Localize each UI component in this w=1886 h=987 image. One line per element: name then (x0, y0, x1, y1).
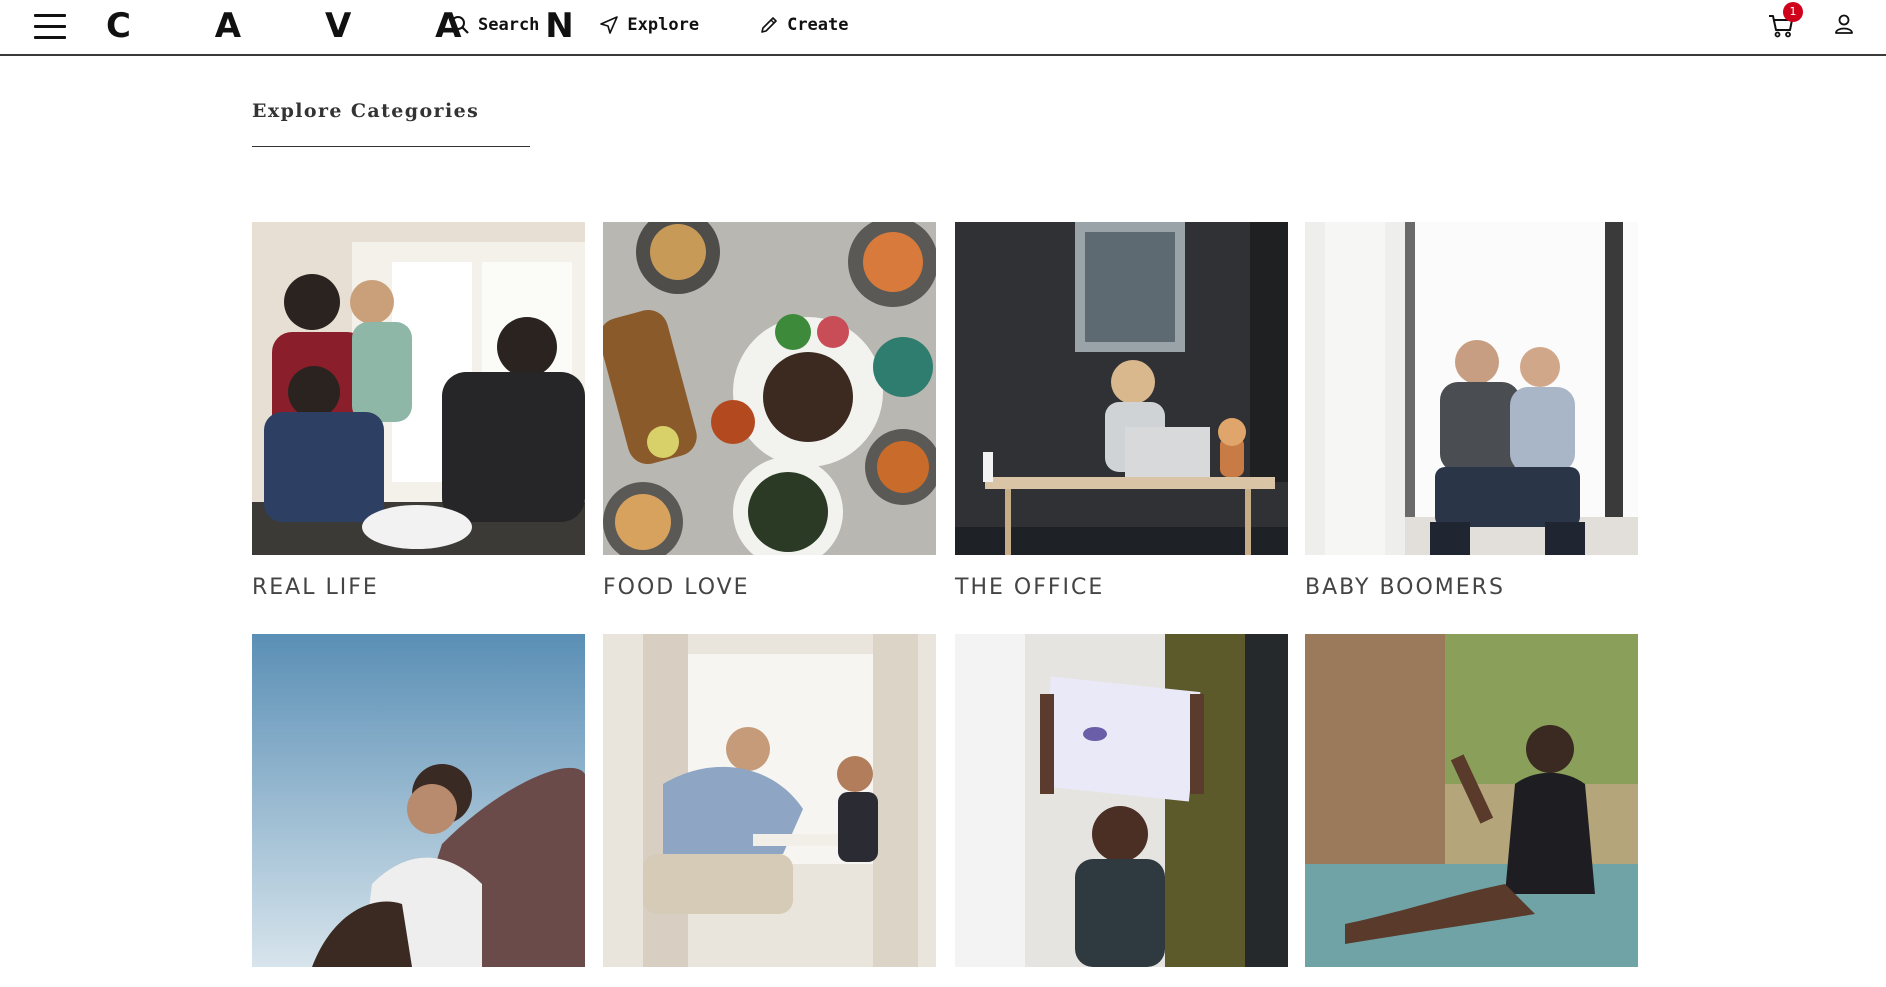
cart-count-badge: 1 (1783, 2, 1803, 22)
cart-button[interactable]: 1 (1767, 2, 1803, 40)
category-card-the-office[interactable]: THE OFFICE (955, 222, 1288, 600)
category-card[interactable] (955, 634, 1288, 987)
category-image (1305, 634, 1638, 967)
category-image (603, 222, 936, 555)
account-button[interactable] (1833, 13, 1855, 35)
search-icon (451, 16, 469, 34)
category-card-food-love[interactable]: FOOD LOVE (603, 222, 936, 600)
category-label: BABY BOOMERS (1305, 575, 1505, 600)
category-image (252, 634, 585, 967)
category-card[interactable] (603, 634, 936, 987)
nav-create-label: Create (787, 15, 849, 35)
category-image (955, 634, 1288, 967)
navigation-arrow-icon (600, 16, 619, 34)
category-card[interactable] (1305, 634, 1638, 987)
top-bar: C A V A N Search Explore Create 1 (0, 0, 1886, 56)
category-label: REAL LIFE (252, 575, 379, 600)
category-image (1305, 222, 1638, 555)
page-title: Explore Categories (252, 100, 480, 122)
title-underline (252, 146, 530, 147)
category-card-real-life[interactable]: REAL LIFE (252, 222, 585, 600)
nav-explore-label: Explore (627, 15, 700, 35)
category-card-baby-boomers[interactable]: BABY BOOMERS (1305, 222, 1638, 600)
main-nav: Search Explore Create (450, 0, 909, 50)
nav-create[interactable]: Create (759, 15, 849, 35)
nav-explore[interactable]: Explore (599, 15, 699, 35)
category-label: FOOD LOVE (603, 575, 750, 600)
category-image (955, 222, 1288, 555)
category-card[interactable] (252, 634, 585, 987)
category-image (252, 222, 585, 555)
nav-search[interactable]: Search (450, 15, 539, 35)
category-label: THE OFFICE (955, 575, 1105, 600)
nav-search-label: Search (478, 15, 540, 35)
user-icon (1835, 14, 1853, 34)
menu-icon[interactable] (34, 14, 66, 40)
category-image (603, 634, 936, 967)
pencil-icon (761, 17, 777, 33)
